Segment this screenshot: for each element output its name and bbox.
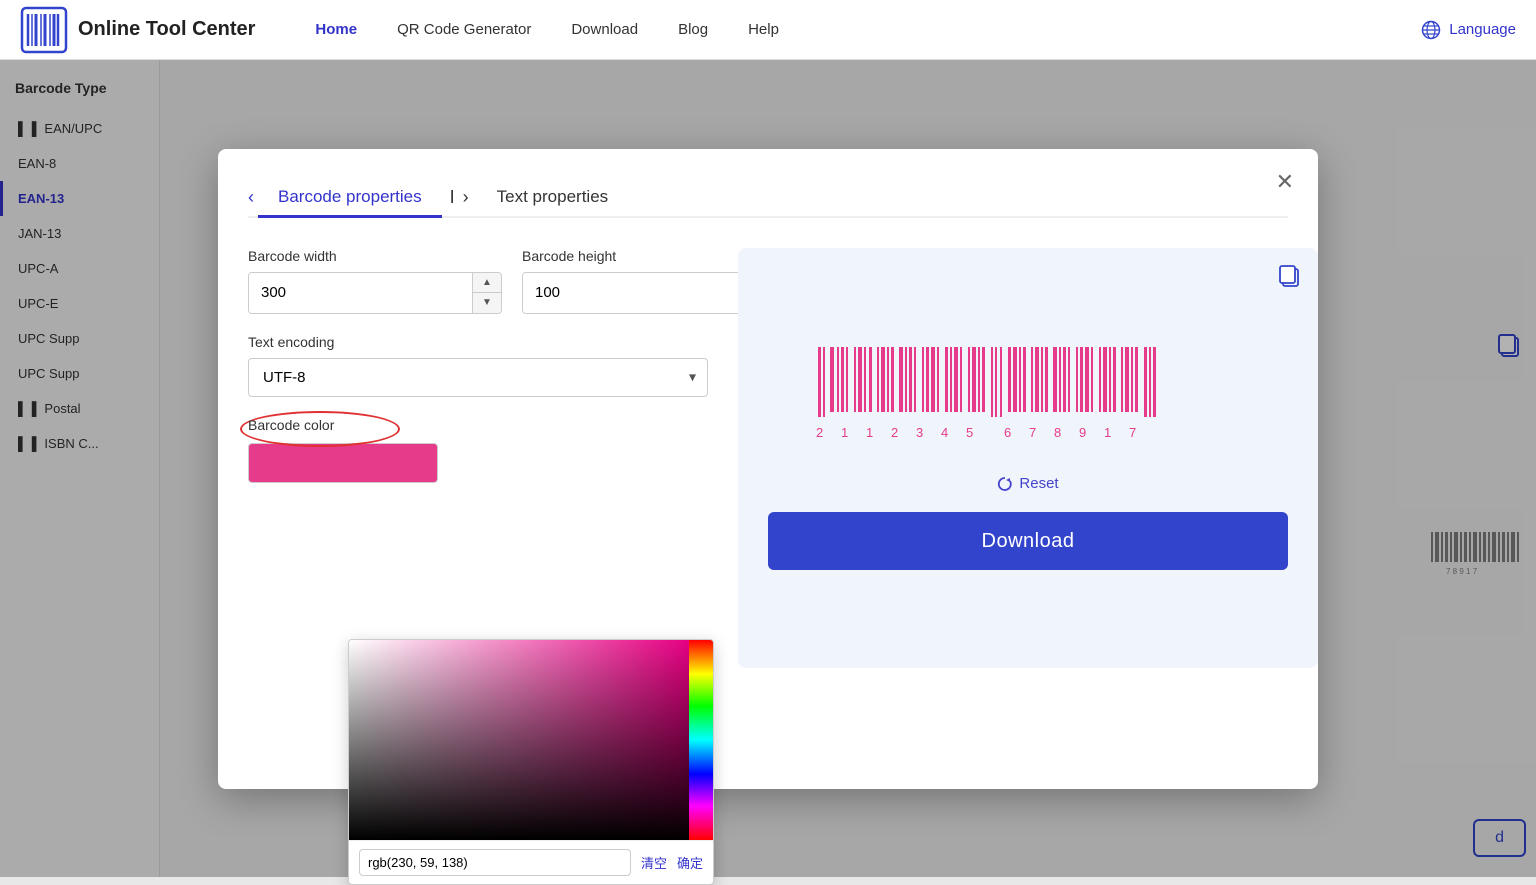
barcode-height-input[interactable]: [523, 273, 746, 313]
tab-prev-arrow[interactable]: ‹: [248, 187, 254, 208]
color-value-input[interactable]: [359, 849, 631, 876]
color-gradient-area[interactable]: [349, 640, 713, 840]
text-encoding-select[interactable]: UTF-8 ASCII ISO-8859-1: [248, 358, 708, 397]
modal-overlay: ✕ ‹ Barcode properties I › Text properti…: [0, 60, 1536, 877]
reset-label: Reset: [1019, 475, 1058, 492]
reset-icon: [997, 476, 1013, 492]
width-spinners: ▲ ▼: [472, 273, 501, 313]
dimensions-row: Barcode width ▲ ▼ Barcode height: [248, 248, 708, 314]
nav-qr[interactable]: QR Code Generator: [397, 21, 531, 38]
reset-button[interactable]: Reset: [997, 475, 1058, 492]
tab-text-properties[interactable]: Text properties: [477, 179, 629, 218]
nav-help[interactable]: Help: [748, 21, 779, 38]
svg-text:1: 1: [866, 425, 873, 440]
color-swatch[interactable]: [248, 443, 438, 483]
copy-icon-wrapper[interactable]: [1276, 262, 1304, 295]
nav-blog[interactable]: Blog: [678, 21, 708, 38]
hue-bar[interactable]: [689, 640, 713, 840]
svg-text:7: 7: [1029, 425, 1036, 440]
svg-text:1: 1: [841, 425, 848, 440]
globe-icon: [1421, 20, 1441, 40]
color-picker: 清空 确定: [348, 639, 714, 885]
barcode-color-group: Barcode color: [248, 417, 708, 483]
page-bg: Barcode Type ▌▐ EAN/UPC EAN-8 EAN-13 JAN…: [0, 60, 1536, 877]
nav-home[interactable]: Home: [315, 21, 357, 38]
barcode-width-input-wrap: ▲ ▼: [248, 272, 502, 314]
modal-body: Barcode width ▲ ▼ Barcode height: [248, 248, 1288, 668]
svg-text:7: 7: [1129, 425, 1136, 440]
navbar: Online Tool Center Home QR Code Generato…: [0, 0, 1536, 60]
left-panel: Barcode width ▲ ▼ Barcode height: [248, 248, 708, 668]
barcode-width-group: Barcode width ▲ ▼: [248, 248, 502, 314]
text-encoding-group: Text encoding UTF-8 ASCII ISO-8859-1 ▾: [248, 334, 708, 397]
gradient-canvas[interactable]: [349, 640, 689, 840]
download-button[interactable]: Download: [768, 512, 1288, 570]
width-down-btn[interactable]: ▼: [473, 293, 501, 313]
nav-language[interactable]: Language: [1421, 20, 1516, 40]
language-label: Language: [1449, 21, 1516, 38]
svg-text:9: 9: [1079, 425, 1086, 440]
tab-next-arrow[interactable]: ›: [463, 187, 469, 208]
svg-text:1: 1: [1104, 425, 1111, 440]
barcode-width-label: Barcode width: [248, 248, 502, 264]
text-encoding-select-wrap: UTF-8 ASCII ISO-8859-1 ▾: [248, 358, 708, 397]
svg-text:6: 6: [1004, 425, 1011, 440]
barcode-svg: 2 1 1 2 3 4 5 6 7 8 9 1: [808, 345, 1248, 445]
svg-text:2: 2: [891, 425, 898, 440]
text-encoding-label: Text encoding: [248, 334, 708, 350]
logo-text: Online Tool Center: [78, 18, 255, 41]
svg-text:5: 5: [966, 425, 973, 440]
tab-barcode-properties[interactable]: Barcode properties: [258, 179, 442, 218]
gradient-dark-overlay: [349, 640, 689, 840]
copy-icon: [1276, 262, 1304, 290]
modal: ✕ ‹ Barcode properties I › Text properti…: [218, 149, 1318, 789]
barcode-color-label: Barcode color: [248, 417, 708, 433]
modal-tabs: ‹ Barcode properties I › Text properties: [248, 179, 1288, 218]
color-confirm-button[interactable]: 确定: [677, 853, 703, 872]
svg-text:2: 2: [816, 425, 823, 440]
cursor-icon: I: [450, 187, 455, 208]
barcode-preview: 2 1 1 2 3 4 5 6 7 8 9 1: [808, 345, 1248, 445]
logo-icon: [20, 6, 68, 54]
svg-text:3: 3: [916, 425, 923, 440]
width-up-btn[interactable]: ▲: [473, 273, 501, 293]
nav-logo[interactable]: Online Tool Center: [20, 6, 255, 54]
svg-text:8: 8: [1054, 425, 1061, 440]
modal-close-button[interactable]: ✕: [1276, 169, 1294, 195]
nav-links: Home QR Code Generator Download Blog Hel…: [315, 21, 779, 38]
barcode-width-input[interactable]: [249, 273, 472, 313]
svg-text:4: 4: [941, 425, 948, 440]
nav-download[interactable]: Download: [571, 21, 638, 38]
color-clear-button[interactable]: 清空: [641, 853, 667, 872]
right-panel: 2 1 1 2 3 4 5 6 7 8 9 1: [738, 248, 1318, 668]
